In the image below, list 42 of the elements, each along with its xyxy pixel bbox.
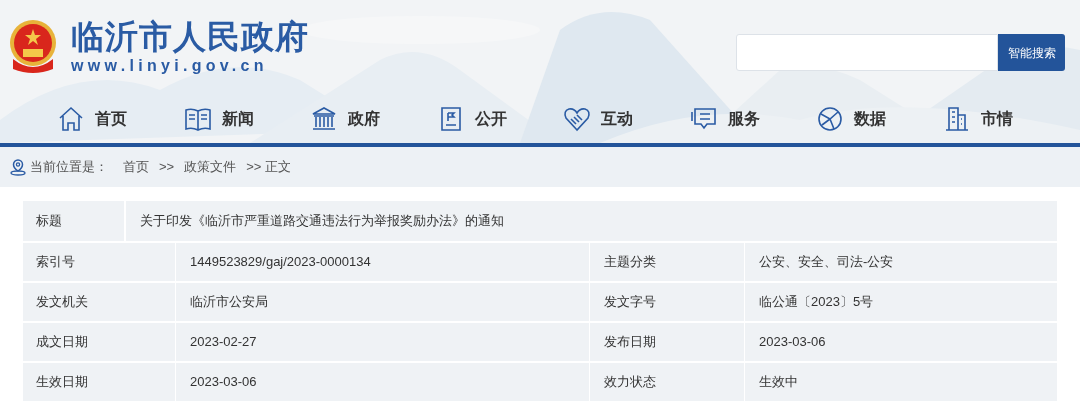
building-columns-icon xyxy=(310,105,338,133)
table-cell: 2023-03-06 xyxy=(745,323,1057,361)
table-cell: 发文机关 xyxy=(23,283,175,321)
table-cell: 效力状态 xyxy=(590,363,744,401)
table-cell: 发文字号 xyxy=(590,283,744,321)
nav-item[interactable]: 互动 xyxy=(563,102,690,136)
nav-item[interactable]: 数据 xyxy=(816,102,943,136)
table-cell: 2023-03-06 xyxy=(176,363,589,401)
breadcrumb-label: 当前位置是： xyxy=(30,158,108,177)
home-icon xyxy=(57,105,85,133)
table-cell: 公安、安全、司法-公安 xyxy=(745,243,1057,281)
table-cell: 索引号 xyxy=(23,243,175,281)
table-cell: 1449523829/gaj/2023-0000134 xyxy=(176,243,589,281)
nav-item[interactable]: 服务 xyxy=(689,102,816,136)
nav-item[interactable]: 新闻 xyxy=(183,102,310,136)
search-button[interactable]: 智能搜索 xyxy=(998,34,1065,71)
breadcrumb-link[interactable]: 首页 xyxy=(123,157,149,177)
table-cell: 生效中 xyxy=(745,363,1057,401)
book-icon xyxy=(183,105,212,133)
breadcrumb-link[interactable]: 政策文件 xyxy=(184,157,237,177)
nav-item[interactable]: 政府 xyxy=(310,102,437,136)
table-cell: 标题 xyxy=(23,201,124,241)
breadcrumb-separator: >> xyxy=(159,158,175,177)
table-cell: 发布日期 xyxy=(590,323,744,361)
site-url: www.linyi.gov.cn xyxy=(71,56,269,76)
table-cell: 主题分类 xyxy=(590,243,744,281)
nav-item[interactable]: 公开 xyxy=(436,102,563,136)
emblem-icon xyxy=(8,19,58,73)
nav-item[interactable]: 首页 xyxy=(57,102,184,136)
location-pin-icon xyxy=(9,158,27,176)
table-cell: 临沂市公安局 xyxy=(176,283,589,321)
table-cell: 临公通〔2023〕5号 xyxy=(745,283,1057,321)
site-title: 临沂市人民政府 xyxy=(71,18,309,56)
table-cell: 生效日期 xyxy=(23,363,175,401)
table-cell: 成文日期 xyxy=(23,323,175,361)
breadcrumb-separator: >> 正文 xyxy=(246,158,291,177)
table-cell: 2023-02-27 xyxy=(176,323,589,361)
globe-network-icon xyxy=(816,105,844,133)
table-cell: 关于印发《临沂市严重道路交通违法行为举报奖励办法》的通知 xyxy=(126,201,1057,241)
handshake-heart-icon xyxy=(563,105,591,133)
nav-item[interactable]: 市情 xyxy=(942,102,1069,136)
search-field[interactable] xyxy=(736,34,998,71)
